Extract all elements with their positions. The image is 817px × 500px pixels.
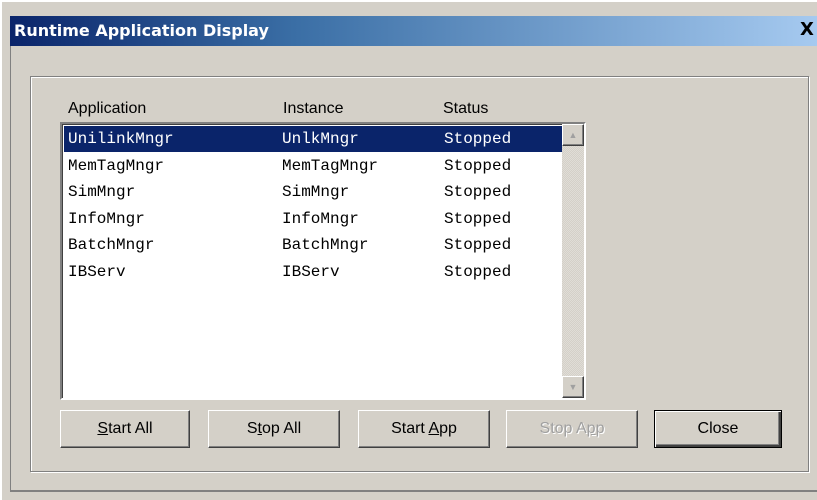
list-item[interactable]: UnilinkMngr UnlkMngr Stopped bbox=[64, 126, 564, 152]
list-cell-instance: InfoMngr bbox=[282, 209, 359, 228]
scroll-down-arrow-icon[interactable]: ▼ bbox=[562, 376, 584, 398]
start-all-button[interactable]: Start All bbox=[60, 410, 190, 448]
column-header-instance: Instance bbox=[283, 100, 344, 117]
list-cell-application: InfoMngr bbox=[68, 209, 145, 228]
runtime-application-display-window: Runtime Application Display X Applicatio… bbox=[0, 0, 817, 500]
column-header-application: Application bbox=[68, 100, 147, 117]
list-item[interactable]: InfoMngr InfoMngr Stopped bbox=[64, 206, 564, 232]
list-item[interactable]: IBServ IBServ Stopped bbox=[64, 259, 564, 285]
list-cell-application: UnilinkMngr bbox=[68, 130, 174, 148]
window-bottom-edge bbox=[10, 490, 817, 492]
application-list[interactable]: UnilinkMngr UnlkMngr Stopped MemTagMngr MemT… bbox=[60, 122, 586, 400]
list-cell-application: SimMngr bbox=[68, 183, 136, 201]
list-cell-status: Stopped bbox=[444, 262, 512, 281]
list-cell-instance: IBServ bbox=[282, 262, 340, 281]
list-cell-instance: SimMngr bbox=[282, 183, 350, 201]
list-cell-status: Stopped bbox=[444, 236, 512, 254]
list-cell-application: MemTagMngr bbox=[68, 156, 165, 175]
close-button[interactable]: Close bbox=[654, 410, 782, 448]
list-item[interactable]: MemTagMngr MemTagMngr Stopped bbox=[64, 153, 564, 179]
list-cell-instance: UnlkMngr bbox=[282, 130, 359, 148]
window-title: Runtime Application Display bbox=[14, 21, 269, 40]
list-item[interactable]: BatchMngr BatchMngr Stopped bbox=[64, 232, 564, 258]
list-cell-status: Stopped bbox=[444, 156, 512, 175]
stop-all-button[interactable]: Stop All bbox=[208, 410, 340, 448]
list-cell-instance: BatchMngr bbox=[282, 236, 369, 254]
list-item[interactable]: SimMngr SimMngr Stopped bbox=[64, 179, 564, 205]
list-cell-application: BatchMngr bbox=[68, 236, 155, 254]
start-app-button[interactable]: Start App bbox=[358, 410, 490, 448]
scroll-up-arrow-icon[interactable]: ▲ bbox=[562, 124, 584, 146]
list-cell-status: Stopped bbox=[444, 209, 512, 228]
list-cell-instance: MemTagMngr bbox=[282, 156, 379, 175]
close-window-icon[interactable]: X bbox=[799, 20, 815, 40]
list-cell-status: Stopped bbox=[444, 130, 512, 148]
list-scrollbar[interactable]: ▲ ▼ bbox=[562, 124, 584, 398]
column-header-status: Status bbox=[443, 100, 489, 117]
stop-app-button[interactable]: Stop App bbox=[506, 410, 638, 448]
list-cell-application: IBServ bbox=[68, 262, 126, 281]
list-cell-status: Stopped bbox=[444, 183, 512, 201]
title-bar[interactable]: Runtime Application Display bbox=[10, 16, 817, 46]
